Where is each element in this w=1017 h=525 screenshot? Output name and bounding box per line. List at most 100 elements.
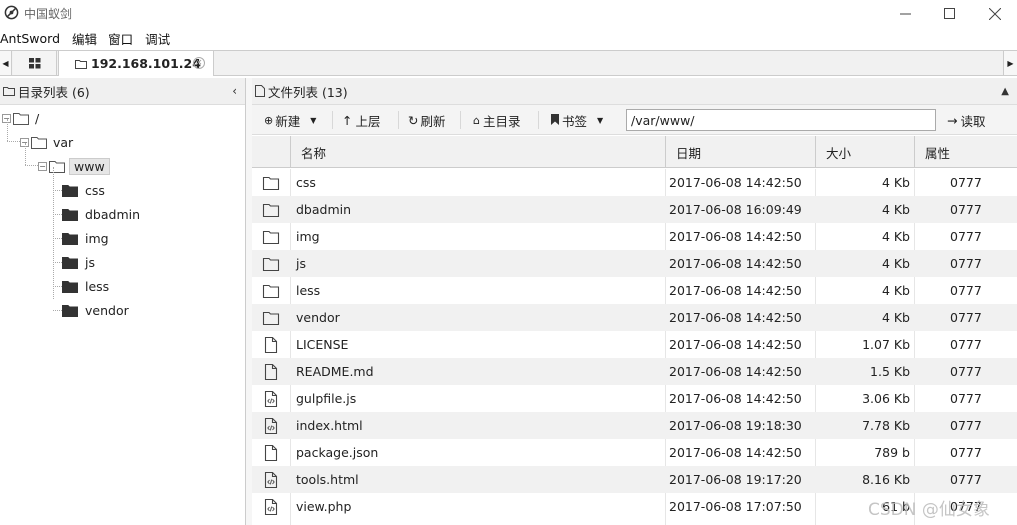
folder-filled-icon	[62, 184, 78, 197]
file-row[interactable]: vendor 2017-06-08 14:42:50 4 Kb 0777	[252, 304, 1017, 331]
file-date: 2017-06-08 14:42:50	[669, 283, 802, 298]
file-size: 4 Kb	[881, 229, 910, 244]
collapse-up-icon[interactable]: ▲	[1001, 86, 1009, 97]
tree-item-js[interactable]: js	[62, 251, 95, 273]
menu-edit[interactable]: 编辑	[72, 29, 103, 48]
tree-connector	[53, 190, 62, 191]
window-title: 中国蚁剑	[24, 7, 73, 21]
tab-shell[interactable]: 192.168.101.24 ✕	[58, 50, 214, 76]
home-button[interactable]: ⌂ 主目录	[473, 109, 521, 131]
file-row[interactable]: dbadmin 2017-06-08 16:09:49 4 Kb 0777	[252, 196, 1017, 223]
folder-open-icon	[13, 112, 29, 125]
file-size: 1.5 Kb	[870, 364, 910, 379]
bookmark-button[interactable]: 书签 ▼	[551, 109, 603, 131]
tree-connector	[25, 165, 38, 166]
file-permission: 0777	[950, 283, 982, 298]
tree-item-label: /	[35, 110, 40, 126]
file-permission: 0777	[950, 256, 982, 271]
column-header-name[interactable]: 名称	[290, 136, 665, 168]
file-icon	[264, 336, 278, 354]
read-button[interactable]: → 读取	[947, 109, 986, 131]
file-panel: 文件列表 (13) ▲ ⊕ 新建 ▼ ↑ 上层 ↻ 刷新 ⌂ 主目录 书签 ▼ …	[252, 78, 1017, 525]
file-row[interactable]: css 2017-06-08 14:42:50 4 Kb 0777	[252, 169, 1017, 196]
file-row[interactable]: index.html 2017-06-08 19:18:30 7.78 Kb 0777	[252, 412, 1017, 439]
tree-item-www[interactable]: − www	[38, 155, 110, 177]
tree-item-vendor[interactable]: vendor	[62, 299, 129, 321]
file-size: 4 Kb	[881, 310, 910, 325]
file-date: 2017-06-08 14:42:50	[669, 391, 802, 406]
file-name: README.md	[296, 364, 374, 379]
file-row[interactable]: img 2017-06-08 14:42:50 4 Kb 0777	[252, 223, 1017, 250]
folder-icon	[262, 176, 280, 191]
path-input[interactable]	[626, 109, 936, 131]
file-row[interactable]: package.json 2017-06-08 14:42:50 789 b 0777	[252, 439, 1017, 466]
code-file-icon	[264, 417, 278, 435]
toolbar-separator	[398, 111, 399, 129]
minimize-button[interactable]	[882, 0, 928, 27]
maximize-button[interactable]	[926, 0, 972, 27]
file-size: 4 Kb	[881, 202, 910, 217]
file-name: package.json	[296, 445, 379, 460]
folder-outline-icon	[75, 59, 87, 69]
tree-connector	[53, 214, 62, 215]
file-panel-header: 文件列表 (13) ▲	[252, 78, 1017, 105]
up-button-label: 上层	[355, 113, 381, 129]
toolbar-separator	[460, 111, 461, 129]
file-panel-title: 文件列表 (13)	[268, 84, 348, 100]
file-name: view.php	[296, 499, 352, 514]
folder-filled-icon	[62, 232, 78, 245]
file-name: tools.html	[296, 472, 359, 487]
tab-scroll-right-button[interactable]: ▶	[1003, 51, 1017, 75]
refresh-icon: ↻	[408, 112, 419, 128]
new-button[interactable]: ⊕ 新建 ▼	[264, 109, 316, 131]
folder-open-icon	[31, 136, 47, 149]
file-row[interactable]: tools.html 2017-06-08 19:17:20 8.16 Kb 0777	[252, 466, 1017, 493]
directory-panel-title: 目录列表 (6)	[18, 84, 90, 100]
up-button[interactable]: ↑ 上层	[342, 109, 381, 131]
file-row[interactable]: LICENSE 2017-06-08 14:42:50 1.07 Kb 0777	[252, 331, 1017, 358]
close-button[interactable]	[972, 0, 1017, 27]
tree-item-img[interactable]: img	[62, 227, 109, 249]
file-date: 2017-06-08 14:42:50	[669, 256, 802, 271]
bookmark-icon	[551, 113, 559, 128]
collapse-toggle-icon[interactable]: −	[38, 161, 47, 171]
menu-debug[interactable]: 调试	[145, 29, 176, 48]
tab-home[interactable]	[13, 51, 57, 75]
tree-item-dbadmin[interactable]: dbadmin	[62, 203, 140, 225]
folder-icon	[262, 230, 280, 245]
folder-icon	[262, 257, 280, 272]
tree-connector	[53, 167, 54, 299]
file-row[interactable]: js 2017-06-08 14:42:50 4 Kb 0777	[252, 250, 1017, 277]
directory-panel: 目录列表 (6) ‹ − / − var − www css dbadmin img js less…	[0, 78, 246, 525]
file-date: 2017-06-08 14:42:50	[669, 337, 802, 352]
minimize-icon	[899, 13, 911, 15]
file-outline-icon	[255, 85, 265, 97]
caret-right-icon: ▶	[1007, 58, 1014, 68]
tree-item-label: css	[85, 182, 105, 198]
file-permission: 0777	[950, 472, 982, 487]
file-row[interactable]: less 2017-06-08 14:42:50 4 Kb 0777	[252, 277, 1017, 304]
file-row[interactable]: gulpfile.js 2017-06-08 14:42:50 3.06 Kb 077…	[252, 385, 1017, 412]
toolbar-separator	[538, 111, 539, 129]
file-size: 1.07 Kb	[862, 337, 910, 352]
file-name: dbadmin	[296, 202, 352, 217]
tree-item-label: less	[85, 278, 110, 294]
tree-item-var[interactable]: − var	[20, 131, 73, 153]
tab-close-icon[interactable]: ✕	[193, 57, 205, 69]
column-header-date[interactable]: 日期	[665, 136, 815, 168]
file-grid-header: 名称 日期 大小 属性	[252, 136, 1017, 168]
caret-down-icon: ▼	[310, 115, 317, 125]
title-bar: 中国蚁剑	[0, 0, 1017, 27]
refresh-button[interactable]: ↻ 刷新	[408, 109, 446, 131]
column-header-attr[interactable]: 属性	[914, 136, 1017, 168]
tab-scroll-left-button[interactable]: ◀	[0, 51, 12, 75]
collapse-left-icon[interactable]: ‹	[232, 84, 237, 98]
file-row[interactable]: README.md 2017-06-08 14:42:50 1.5 Kb 0777	[252, 358, 1017, 385]
column-header-size[interactable]: 大小	[815, 136, 914, 168]
menu-antsword[interactable]: AntSword	[0, 31, 66, 46]
antsword-icon	[4, 5, 19, 20]
tree-item-less[interactable]: less	[62, 275, 109, 297]
tree-item-css[interactable]: css	[62, 179, 105, 201]
tab-strip: ◀ 192.168.101.24 ✕ ▶	[0, 50, 1017, 76]
menu-window[interactable]: 窗口	[108, 29, 139, 48]
